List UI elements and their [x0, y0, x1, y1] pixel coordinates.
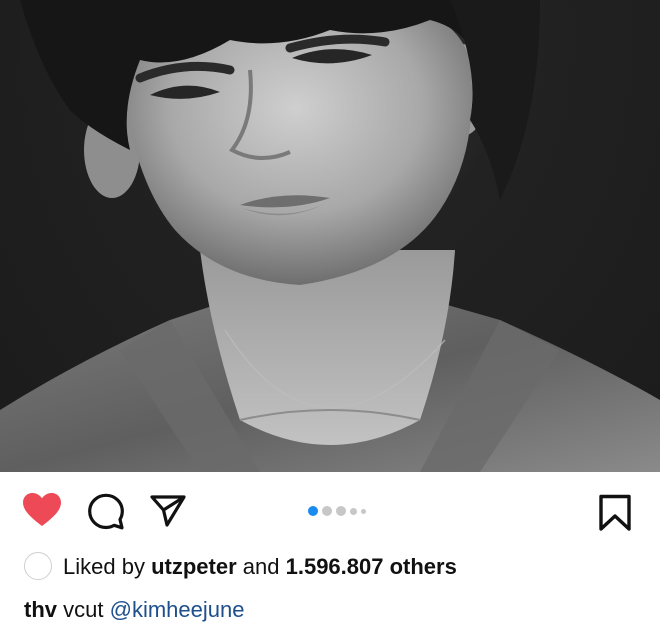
paper-plane-icon[interactable] [150, 494, 186, 528]
likes-count[interactable]: 1.596.807 others [286, 554, 457, 579]
avatar[interactable] [24, 552, 52, 580]
carousel-dot [322, 506, 332, 516]
caption-mention[interactable]: @kimheejune [110, 597, 245, 622]
likes-prefix: Liked by [63, 554, 145, 579]
likes-summary[interactable]: Liked by utzpeter and 1.596.807 others [0, 550, 660, 586]
post-caption: thv vcut @kimheejune [24, 597, 244, 623]
carousel-dot [350, 507, 357, 515]
carousel-indicator [308, 505, 366, 517]
caption-username[interactable]: thv [24, 597, 57, 622]
liker-username[interactable]: utzpeter [151, 554, 237, 579]
carousel-dot-active [308, 506, 318, 516]
likes-text: Liked by utzpeter and 1.596.807 others [63, 554, 457, 580]
likes-conjunction: and [242, 554, 280, 579]
post-action-bar [0, 472, 660, 550]
portrait-illustration [0, 0, 660, 472]
bookmark-icon[interactable] [598, 494, 632, 532]
caption-text: vcut [63, 597, 104, 622]
heart-filled-icon[interactable] [22, 492, 62, 528]
comment-bubble-icon[interactable] [87, 493, 125, 531]
carousel-dot [336, 506, 346, 516]
carousel-dot [361, 508, 366, 514]
post-photo[interactable] [0, 0, 660, 472]
